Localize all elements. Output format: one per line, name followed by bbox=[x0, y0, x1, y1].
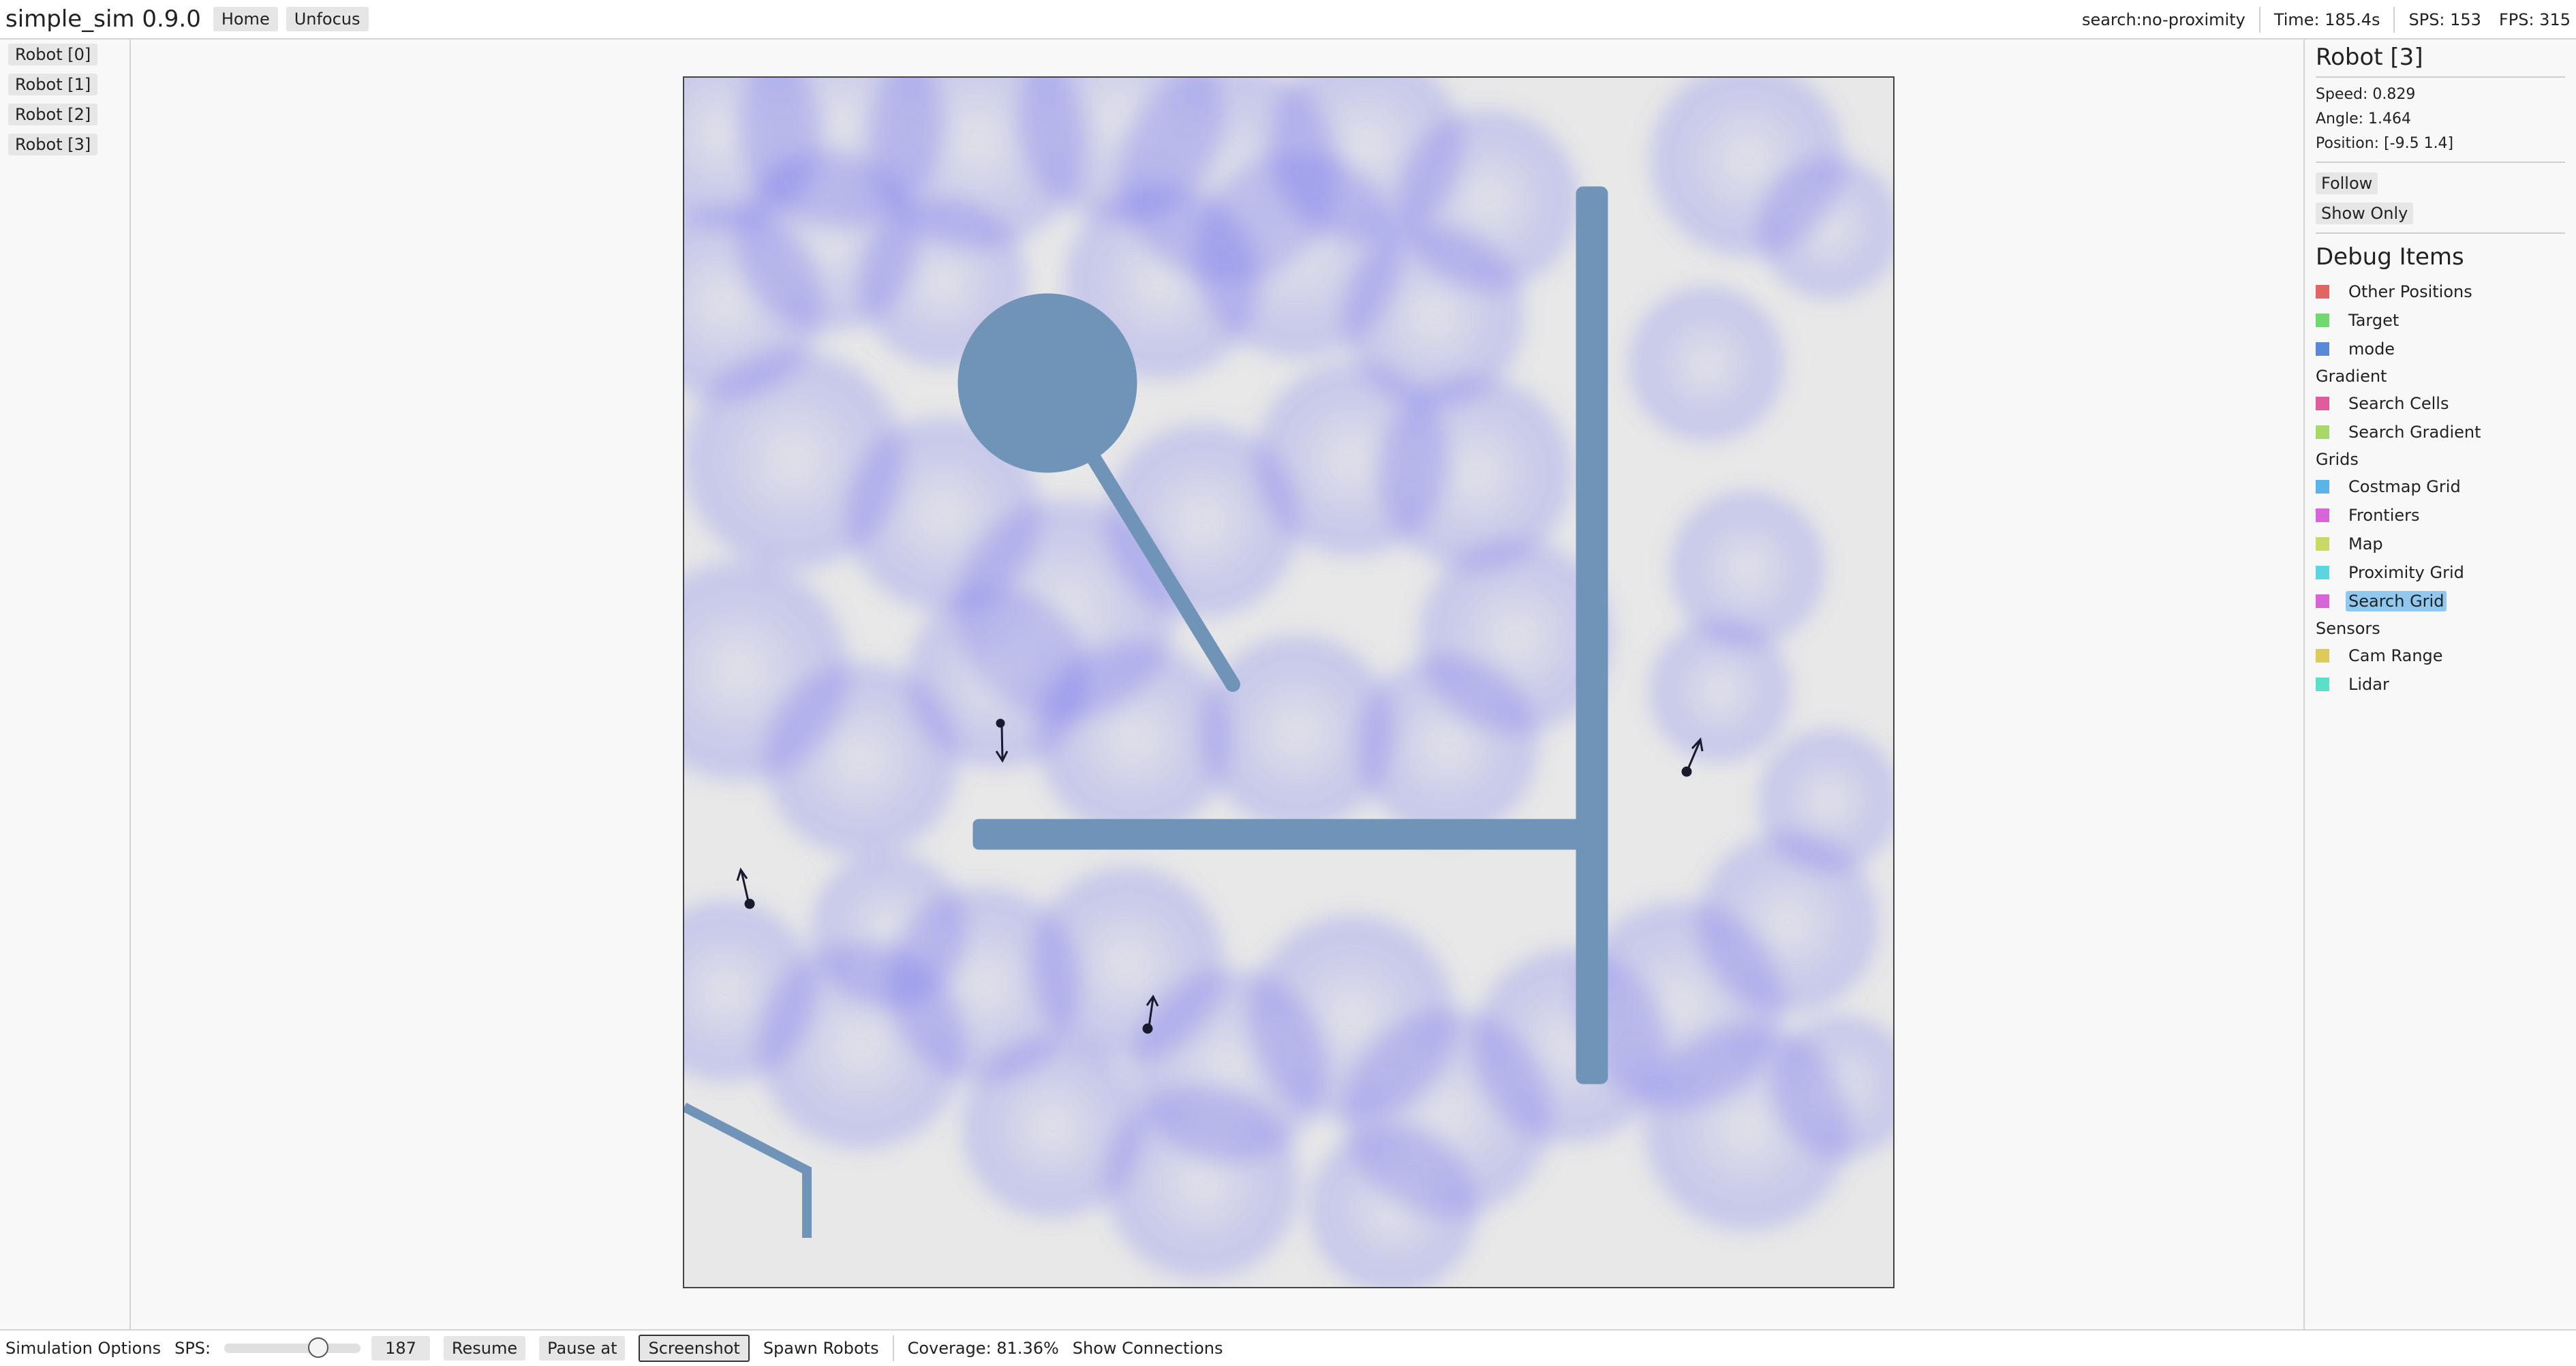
status-divider bbox=[2258, 7, 2260, 33]
debug-item-proximity-grid[interactable]: Proximity Grid bbox=[2316, 558, 2565, 587]
robot-position: Position: [-9.5 1.4] bbox=[2316, 135, 2454, 152]
sps-value-field[interactable]: 187 bbox=[371, 1336, 430, 1361]
world-svg bbox=[684, 78, 1893, 1287]
search-coverage-blob bbox=[1645, 616, 1795, 766]
debug-group-gradient: Gradient bbox=[2316, 367, 2387, 386]
round-obstacle bbox=[957, 293, 1137, 473]
debug-item-label: Search Grid bbox=[2346, 591, 2447, 611]
simulation-options-label[interactable]: Simulation Options bbox=[5, 1339, 161, 1358]
search-grid-overlay bbox=[684, 78, 1893, 1287]
debug-item-costmap-grid[interactable]: Costmap Grid bbox=[2316, 472, 2565, 501]
screenshot-button[interactable]: Screenshot bbox=[639, 1335, 750, 1362]
debug-item-search-grid[interactable]: Search Grid bbox=[2316, 587, 2565, 616]
color-swatch bbox=[2316, 678, 2329, 691]
debug-item-label: Other Positions bbox=[2348, 282, 2472, 301]
time-status: Time: 185.4s bbox=[2273, 10, 2380, 29]
divider bbox=[2316, 162, 2565, 163]
debug-item-search-cells[interactable]: Search Cells bbox=[2316, 389, 2565, 418]
color-swatch bbox=[2316, 566, 2329, 579]
debug-item-map[interactable]: Map bbox=[2316, 530, 2565, 558]
debug-group-sensors: Sensors bbox=[2316, 619, 2380, 638]
search-coverage-blob bbox=[807, 848, 970, 1012]
debug-item-mode[interactable]: mode bbox=[2316, 335, 2565, 363]
color-swatch bbox=[2316, 509, 2329, 522]
debug-item-other-positions[interactable]: Other Positions bbox=[2316, 277, 2565, 306]
search-coverage-blob bbox=[1352, 650, 1543, 841]
color-swatch bbox=[2316, 425, 2329, 439]
sps-status: SPS: 153 bbox=[2408, 10, 2481, 29]
bottom-divider bbox=[892, 1335, 894, 1361]
sps-slider-handle[interactable] bbox=[307, 1337, 328, 1358]
follow-button[interactable]: Follow bbox=[2316, 172, 2378, 194]
focus-panel: Robot [3] Speed: 0.829 Angle: 1.464 Posi… bbox=[2303, 40, 2576, 1329]
color-swatch bbox=[2316, 397, 2329, 410]
debug-item-label: Search Cells bbox=[2348, 394, 2449, 413]
show-only-button[interactable]: Show Only bbox=[2316, 202, 2414, 224]
coverage-status: Coverage: 81.36% bbox=[907, 1339, 1059, 1358]
color-swatch bbox=[2316, 649, 2329, 663]
debug-item-target[interactable]: Target bbox=[2316, 306, 2565, 335]
status-area: search:no-proximity Time: 185.4s SPS: 15… bbox=[2082, 0, 2571, 40]
debug-item-label: Target bbox=[2348, 311, 2399, 330]
debug-item-label: Cam Range bbox=[2348, 646, 2443, 665]
robot-angle: Angle: 1.464 bbox=[2316, 110, 2411, 127]
pause-at-button[interactable]: Pause at bbox=[539, 1336, 626, 1361]
sps-slider[interactable] bbox=[224, 1337, 361, 1358]
resume-button[interactable]: Resume bbox=[443, 1336, 526, 1361]
debug-group-grids: Grids bbox=[2316, 450, 2359, 469]
debug-item-label: Costmap Grid bbox=[2348, 477, 2461, 496]
robot-button-0[interactable]: Robot [0] bbox=[8, 44, 98, 65]
debug-item-label: mode bbox=[2348, 339, 2395, 359]
debug-item-cam-range[interactable]: Cam Range bbox=[2316, 641, 2565, 670]
horizontal-wall bbox=[972, 819, 1608, 850]
debug-item-lidar[interactable]: Lidar bbox=[2316, 670, 2565, 699]
robot-speed: Speed: 0.829 bbox=[2316, 86, 2416, 103]
spawn-robots-button[interactable]: Spawn Robots bbox=[763, 1339, 879, 1358]
vertical-wall bbox=[1576, 186, 1608, 1084]
bottom-bar: Simulation Options SPS: 187 Resume Pause… bbox=[0, 1329, 2576, 1366]
unfocus-button[interactable]: Unfocus bbox=[286, 7, 369, 31]
color-swatch bbox=[2316, 480, 2329, 494]
color-swatch bbox=[2316, 285, 2329, 299]
status-divider bbox=[2393, 7, 2395, 33]
robot-button-1[interactable]: Robot [1] bbox=[8, 74, 98, 95]
sps-label: SPS: bbox=[174, 1339, 211, 1358]
debug-item-label: Proximity Grid bbox=[2348, 563, 2464, 582]
search-coverage-blob bbox=[957, 1032, 1148, 1223]
debug-item-label: Frontiers bbox=[2348, 506, 2420, 525]
debug-item-label: Search Gradient bbox=[2348, 423, 2481, 442]
debug-item-label: Lidar bbox=[2348, 675, 2389, 694]
color-swatch bbox=[2316, 594, 2329, 608]
color-swatch bbox=[2316, 314, 2329, 327]
debug-item-search-gradient[interactable]: Search Gradient bbox=[2316, 418, 2565, 446]
robot-button-2[interactable]: Robot [2] bbox=[8, 104, 98, 125]
divider bbox=[2316, 232, 2565, 234]
simulation-canvas[interactable] bbox=[683, 76, 1895, 1288]
color-swatch bbox=[2316, 537, 2329, 551]
debug-items-title: Debug Items bbox=[2316, 243, 2464, 271]
home-button[interactable]: Home bbox=[213, 7, 278, 31]
mode-status: search:no-proximity bbox=[2081, 10, 2245, 29]
debug-item-frontiers[interactable]: Frontiers bbox=[2316, 501, 2565, 530]
app-title: simple_sim 0.9.0 bbox=[5, 5, 201, 33]
robot-list-panel: Robot [0] Robot [1] Robot [2] Robot [3] bbox=[0, 40, 131, 1329]
search-coverage-blob bbox=[1625, 282, 1788, 446]
debug-item-label: Map bbox=[2348, 534, 2383, 553]
show-connections-button[interactable]: Show Connections bbox=[1073, 1339, 1223, 1358]
color-swatch bbox=[2316, 342, 2329, 356]
focused-robot-title: Robot [3] bbox=[2316, 40, 2565, 78]
top-bar: simple_sim 0.9.0 Home Unfocus search:no-… bbox=[0, 0, 2576, 40]
fps-status: FPS: 315 bbox=[2498, 10, 2571, 29]
robot-button-3[interactable]: Robot [3] bbox=[8, 134, 98, 155]
